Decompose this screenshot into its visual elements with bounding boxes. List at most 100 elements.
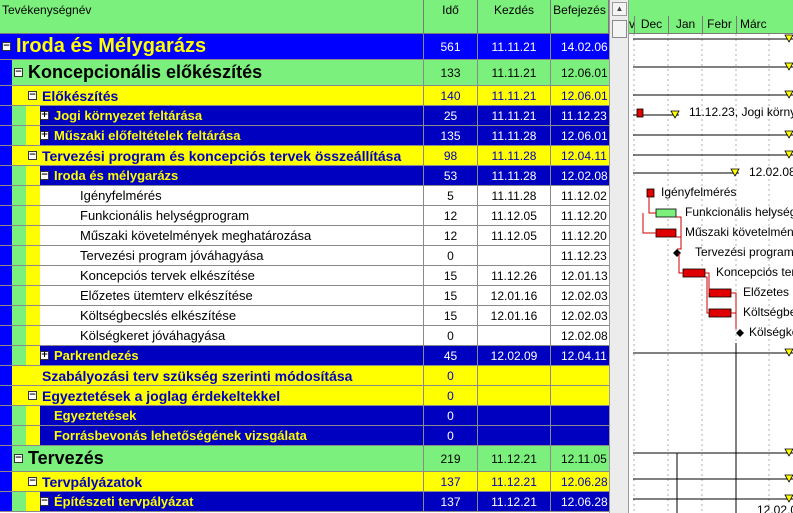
start-cell[interactable]: 11.11.21: [478, 106, 551, 125]
finish-cell[interactable]: 12.04.11: [551, 146, 609, 165]
collapse-icon[interactable]: −: [28, 151, 37, 160]
duration-cell[interactable]: 0: [424, 326, 478, 345]
task-name-cell[interactable]: Műszaki követelmények meghatározása: [0, 226, 424, 245]
start-cell[interactable]: 12.01.16: [478, 306, 551, 325]
collapse-icon[interactable]: −: [2, 42, 11, 51]
table-row[interactable]: − Iroda és Mélygarázs 561 11.11.21 14.02.06: [0, 34, 609, 60]
start-cell[interactable]: 11.11.21: [478, 34, 551, 59]
finish-cell[interactable]: 12.06.28: [551, 492, 609, 511]
finish-cell[interactable]: 12.06.28: [551, 472, 609, 491]
vertical-scrollbar[interactable]: ▲: [609, 0, 629, 513]
expand-icon[interactable]: +: [40, 351, 49, 360]
task-name-cell[interactable]: − Tervezés: [0, 446, 424, 471]
duration-cell[interactable]: 133: [424, 60, 478, 85]
table-row[interactable]: + Jogi környezet feltárása 25 11.11.21 11.12…: [0, 106, 609, 126]
task-name-cell[interactable]: Egyeztetések: [0, 406, 424, 425]
duration-cell[interactable]: 12: [424, 226, 478, 245]
table-row[interactable]: Forrásbevonás lehetőségének vizsgálata 0: [0, 426, 609, 446]
finish-cell[interactable]: 12.04.11: [551, 346, 609, 365]
finish-cell[interactable]: [551, 406, 609, 425]
table-row[interactable]: + Parkrendezés 45 12.02.09 12.04.11: [0, 346, 609, 366]
finish-cell[interactable]: 14.02.06: [551, 34, 609, 59]
task-name-cell[interactable]: Költségbecslés elkészítése: [0, 306, 424, 325]
column-header-duration[interactable]: Idő: [424, 0, 478, 34]
start-cell[interactable]: 11.12.26: [478, 266, 551, 285]
duration-cell[interactable]: 137: [424, 492, 478, 511]
start-cell[interactable]: 11.11.28: [478, 126, 551, 145]
task-name-cell[interactable]: Funkcionális helységprogram: [0, 206, 424, 225]
finish-cell[interactable]: 12.02.03: [551, 286, 609, 305]
finish-cell[interactable]: 11.12.20: [551, 226, 609, 245]
table-row[interactable]: Funkcionális helységprogram 12 11.12.05 11.…: [0, 206, 609, 226]
table-row[interactable]: Szabályozási terv szükség szerinti módos…: [0, 366, 609, 386]
task-name-cell[interactable]: Forrásbevonás lehetőségének vizsgálata: [0, 426, 424, 445]
duration-cell[interactable]: 0: [424, 386, 478, 405]
task-name-cell[interactable]: − Tervpályázatok: [0, 472, 424, 491]
duration-cell[interactable]: 0: [424, 426, 478, 445]
duration-cell[interactable]: 12: [424, 206, 478, 225]
start-cell[interactable]: 11.12.21: [478, 492, 551, 511]
start-cell[interactable]: 11.11.28: [478, 166, 551, 185]
finish-cell[interactable]: 11.12.23: [551, 246, 609, 265]
table-row[interactable]: − Tervpályázatok 137 11.12.21 12.06.28: [0, 472, 609, 492]
start-cell[interactable]: 11.11.21: [478, 86, 551, 105]
finish-cell[interactable]: 12.02.08: [551, 326, 609, 345]
task-name-cell[interactable]: − Építészeti tervpályázat: [0, 492, 424, 511]
start-cell[interactable]: [478, 326, 551, 345]
task-name-cell[interactable]: Szabályozási terv szükség szerinti módos…: [0, 366, 424, 385]
collapse-icon[interactable]: −: [28, 391, 37, 400]
task-name-cell[interactable]: + Jogi környezet feltárása: [0, 106, 424, 125]
scroll-thumb[interactable]: [612, 20, 627, 38]
finish-cell[interactable]: 12.06.01: [551, 126, 609, 145]
table-row[interactable]: Tervezési program jóváhagyása 0 11.12.23: [0, 246, 609, 266]
duration-cell[interactable]: 15: [424, 266, 478, 285]
table-row[interactable]: Előzetes ütemterv elkészítése 15 12.01.16 1…: [0, 286, 609, 306]
finish-cell[interactable]: 12.11.05: [551, 446, 609, 471]
task-name-cell[interactable]: − Tervezési program és koncepciós tervek …: [0, 146, 424, 165]
start-cell[interactable]: 11.11.21: [478, 60, 551, 85]
start-cell[interactable]: 12.01.16: [478, 286, 551, 305]
scroll-up-arrow-icon[interactable]: ▲: [612, 2, 627, 16]
table-row[interactable]: − Iroda és mélygarázs 53 11.11.28 12.02.08: [0, 166, 609, 186]
finish-cell[interactable]: 11.12.20: [551, 206, 609, 225]
task-name-cell[interactable]: − Iroda és mélygarázs: [0, 166, 424, 185]
start-cell[interactable]: 12.02.09: [478, 346, 551, 365]
finish-cell[interactable]: 11.12.23: [551, 106, 609, 125]
column-header-name[interactable]: Tevékenységnév: [0, 0, 424, 34]
start-cell[interactable]: [478, 426, 551, 445]
table-row[interactable]: − Tervezés 219 11.12.21 12.11.05: [0, 446, 609, 472]
start-cell[interactable]: [478, 246, 551, 265]
expand-icon[interactable]: +: [40, 111, 49, 120]
task-name-cell[interactable]: Tervezési program jóváhagyása: [0, 246, 424, 265]
finish-cell[interactable]: 11.12.02: [551, 186, 609, 205]
column-header-finish[interactable]: Befejezés: [551, 0, 609, 34]
task-name-cell[interactable]: + Műszaki előfeltételek feltárása: [0, 126, 424, 145]
finish-cell[interactable]: 12.02.08: [551, 166, 609, 185]
table-row[interactable]: − Tervezési program és koncepciós tervek …: [0, 146, 609, 166]
duration-cell[interactable]: 135: [424, 126, 478, 145]
start-cell[interactable]: 11.12.21: [478, 472, 551, 491]
task-name-cell[interactable]: − Koncepcionális előkészítés: [0, 60, 424, 85]
duration-cell[interactable]: 561: [424, 34, 478, 59]
task-name-cell[interactable]: + Parkrendezés: [0, 346, 424, 365]
finish-cell[interactable]: 12.06.01: [551, 60, 609, 85]
gantt-chart[interactable]: v Dec Jan Febr Márc 11.12.23, Jogi körny…: [629, 0, 793, 513]
duration-cell[interactable]: 15: [424, 306, 478, 325]
start-cell[interactable]: 11.12.21: [478, 446, 551, 471]
task-name-cell[interactable]: − Iroda és Mélygarázs: [0, 34, 424, 59]
start-cell[interactable]: 11.11.28: [478, 186, 551, 205]
duration-cell[interactable]: 140: [424, 86, 478, 105]
start-cell[interactable]: 11.11.28: [478, 146, 551, 165]
task-name-cell[interactable]: Koncepciós tervek elkészítése: [0, 266, 424, 285]
duration-cell[interactable]: 5: [424, 186, 478, 205]
duration-cell[interactable]: 45: [424, 346, 478, 365]
collapse-icon[interactable]: −: [14, 68, 23, 77]
start-cell[interactable]: 11.12.05: [478, 226, 551, 245]
table-row[interactable]: − Koncepcionális előkészítés 133 11.11.21 12…: [0, 60, 609, 86]
table-row[interactable]: − Előkészítés 140 11.11.21 12.06.01: [0, 86, 609, 106]
table-row[interactable]: Kölségkeret jóváhagyása 0 12.02.08: [0, 326, 609, 346]
finish-cell[interactable]: [551, 366, 609, 385]
duration-cell[interactable]: 53: [424, 166, 478, 185]
task-name-cell[interactable]: Előzetes ütemterv elkészítése: [0, 286, 424, 305]
table-row[interactable]: + Műszaki előfeltételek feltárása 135 11.11…: [0, 126, 609, 146]
